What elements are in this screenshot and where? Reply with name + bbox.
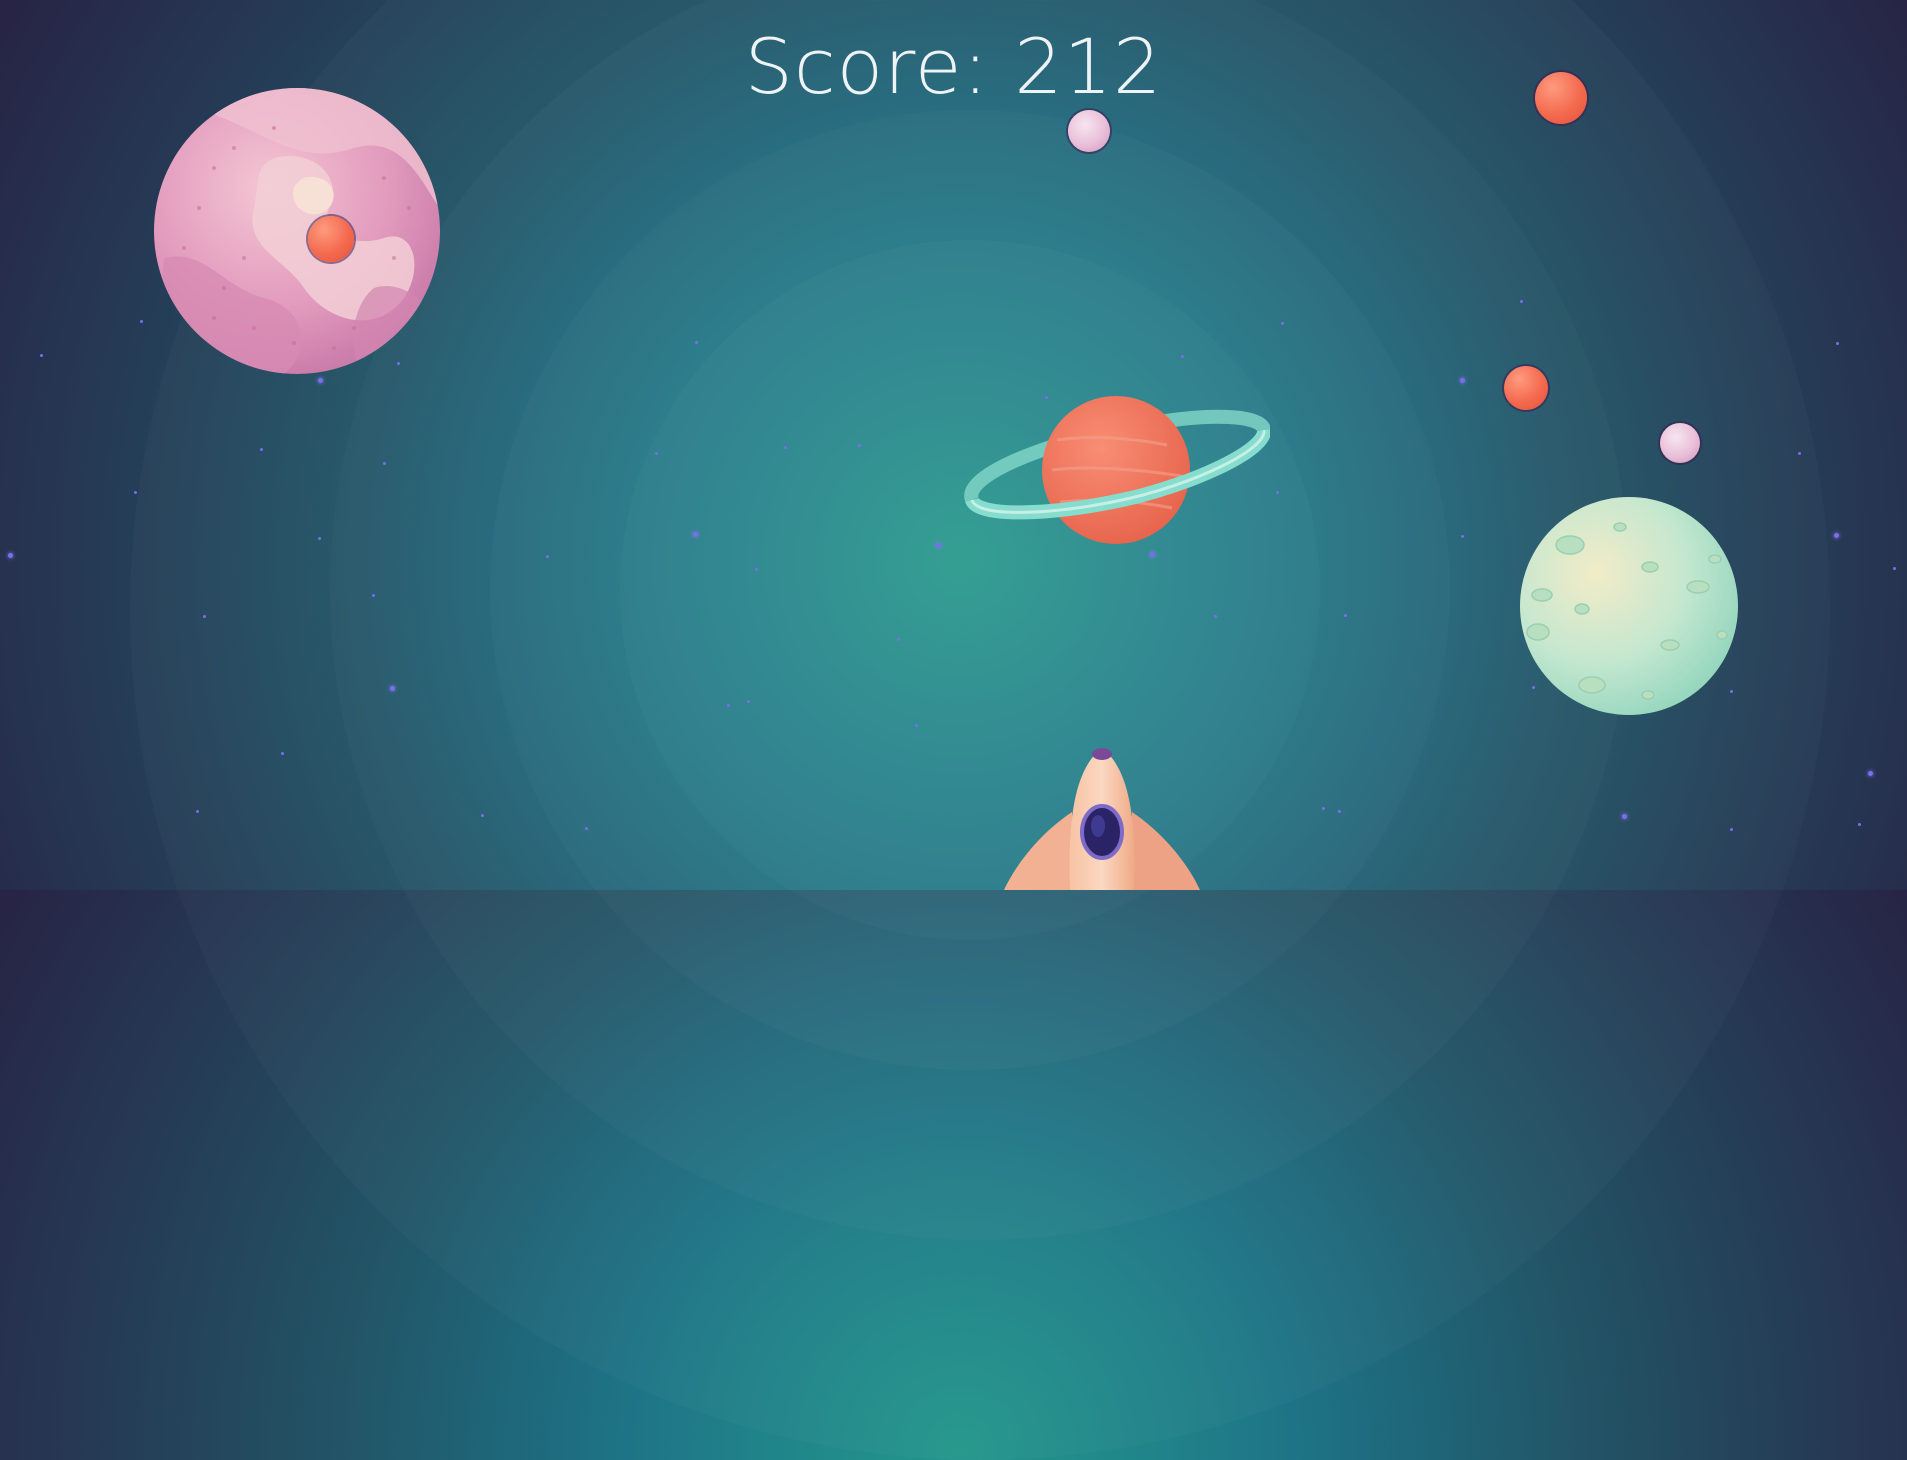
star <box>134 491 137 494</box>
star <box>383 462 386 465</box>
star <box>372 594 375 597</box>
star <box>390 686 395 691</box>
pink-orb <box>1660 423 1700 463</box>
star <box>546 555 549 558</box>
star <box>1344 614 1347 617</box>
mint-cratered-planet-icon <box>1520 497 1738 715</box>
star <box>1836 342 1839 345</box>
star <box>1322 807 1325 810</box>
star <box>585 827 588 830</box>
star <box>281 752 284 755</box>
star <box>1461 535 1464 538</box>
ringed-orange-planet-icon <box>964 396 1270 544</box>
star <box>481 814 484 817</box>
star <box>655 452 658 455</box>
star <box>1798 452 1801 455</box>
star <box>8 553 13 558</box>
star <box>318 537 321 540</box>
star <box>915 724 918 727</box>
star <box>727 704 730 707</box>
star <box>196 810 199 813</box>
star <box>693 532 698 537</box>
star <box>1520 300 1523 303</box>
star <box>1281 322 1284 325</box>
star <box>1622 814 1627 819</box>
star <box>140 320 143 323</box>
star <box>1858 823 1861 826</box>
star <box>203 615 206 618</box>
red-orb <box>308 216 354 262</box>
star <box>1181 355 1184 358</box>
star <box>695 341 698 344</box>
star <box>1893 567 1896 570</box>
star <box>784 446 787 449</box>
game-canvas[interactable]: Score: 212 <box>0 0 1907 890</box>
star <box>1150 552 1155 557</box>
star <box>897 638 900 641</box>
star <box>1834 533 1839 538</box>
star <box>1214 615 1217 618</box>
star <box>1276 491 1279 494</box>
star <box>1868 771 1873 776</box>
star <box>1730 828 1733 831</box>
star <box>747 700 750 703</box>
pink-marbled-planet-icon <box>154 88 440 374</box>
star <box>1338 810 1341 813</box>
star <box>755 568 758 571</box>
star <box>936 543 941 548</box>
pink-orb <box>1068 110 1110 152</box>
star <box>40 354 43 357</box>
star <box>260 448 263 451</box>
background-glow-ring <box>620 240 1320 940</box>
star <box>1460 378 1465 383</box>
star <box>318 378 323 383</box>
star <box>858 444 861 447</box>
red-orb <box>1504 366 1548 410</box>
rocket-ship-icon[interactable] <box>1002 742 1202 890</box>
score-display: Score: 212 <box>744 22 1163 111</box>
